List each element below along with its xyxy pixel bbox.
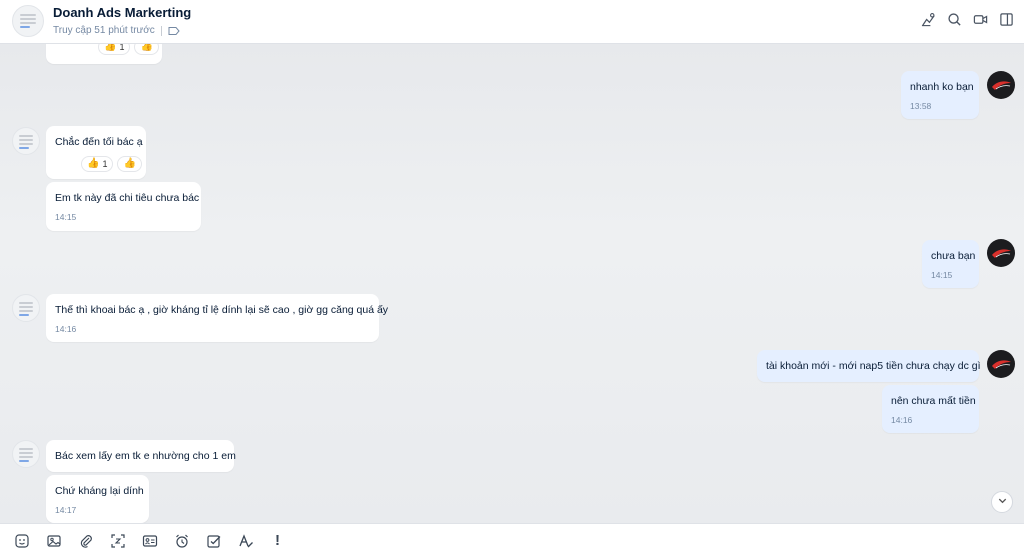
my-avatar[interactable] (987, 239, 1015, 267)
contact-avatar[interactable] (12, 5, 44, 37)
message-text: tài khoản mới - mới nap5 tiền chưa chạy … (766, 360, 981, 372)
my-avatar[interactable] (987, 71, 1015, 99)
thumbs-up-icon: 👍 (104, 44, 117, 52)
add-member-icon[interactable] (920, 11, 936, 27)
message-bubble-theirs[interactable]: Thế thì khoai bác ạ , giờ kháng tỉ lệ dí… (46, 294, 388, 342)
contact-name[interactable]: Doanh Ads Markerting (53, 5, 191, 20)
message-text: Thế thì khoai bác ạ , giờ kháng tỉ lệ dí… (55, 304, 389, 316)
reminder-icon[interactable] (172, 531, 191, 550)
message-bubble-mine[interactable]: nên chưa mất tiền 14:16 (882, 385, 979, 433)
attachment-icon[interactable] (76, 531, 95, 550)
message-bubble-mine[interactable]: chưa bạn 14:15 (922, 240, 979, 288)
chat-header: Doanh Ads Markerting Truy cập 51 phút tr… (0, 0, 1024, 44)
message-text: Em tk này đã chi tiêu chưa bác (55, 192, 200, 204)
message-time: 13:58 (910, 101, 932, 111)
thumbs-up-icon: 👍 (123, 158, 136, 169)
sidebar-toggle-icon[interactable] (998, 11, 1014, 27)
message-bubble-mine[interactable]: tài khoản mới - mới nap5 tiền chưa chạy … (757, 350, 981, 382)
contact-card-icon[interactable] (140, 531, 159, 550)
message-bubble-theirs[interactable]: Em tk này đã chi tiêu chưa bác 14:15 (46, 182, 201, 231)
tag-icon[interactable] (168, 26, 180, 36)
message-text: chưa bạn (931, 250, 976, 262)
message-time: 14:15 (55, 212, 77, 222)
react-button[interactable]: 👍 (134, 44, 159, 55)
sticker-icon[interactable] (12, 531, 31, 550)
screenshot-icon[interactable] (108, 531, 127, 550)
message-text: Bác xem lấy em tk e nhường cho 1 em (55, 450, 236, 462)
message-text: Chắc đến tối bác ạ (55, 136, 143, 148)
chevron-down-icon (997, 495, 1008, 509)
reaction-summary[interactable]: 👍 1 (98, 44, 131, 55)
thumbs-up-icon: 👍 (87, 158, 100, 169)
image-icon[interactable] (44, 531, 63, 550)
contact-status: Truy cập 51 phút trước (53, 25, 180, 36)
thumbs-up-icon: 👍 (140, 44, 153, 52)
message-list[interactable]: 👍 1 👍 nhanh ko bạn 13:58 Chắc đến tối bác… (0, 44, 1024, 523)
message-text: nhanh ko bạn (910, 81, 974, 93)
message-time: 14:16 (891, 415, 913, 425)
message-time: 14:16 (55, 324, 77, 334)
task-icon[interactable] (204, 531, 223, 550)
scroll-to-bottom-button[interactable] (991, 491, 1013, 513)
video-call-icon[interactable] (972, 11, 988, 27)
search-icon[interactable] (946, 11, 962, 27)
last-seen-text: Truy cập 51 phút trước (53, 25, 155, 36)
my-avatar[interactable] (987, 350, 1015, 378)
message-text: Chứ kháng lại dính (55, 485, 144, 497)
urgent-icon[interactable]: ! (268, 531, 287, 550)
react-button[interactable]: 👍 (117, 156, 142, 172)
reaction-summary[interactable]: 👍 1 (81, 156, 114, 172)
message-time: 14:15 (931, 270, 953, 280)
contact-avatar-small[interactable] (12, 127, 40, 155)
text-format-icon[interactable] (236, 531, 255, 550)
message-bubble-theirs[interactable]: Bác xem lấy em tk e nhường cho 1 em (46, 440, 236, 472)
composer-toolbar: ! (0, 523, 1024, 556)
contact-avatar-small[interactable] (12, 294, 40, 322)
contact-avatar-small[interactable] (12, 440, 40, 468)
message-bubble-mine[interactable]: nhanh ko bạn 13:58 (901, 71, 979, 119)
message-time: 14:17 (55, 505, 77, 515)
message-text: nên chưa mất tiền (891, 395, 976, 407)
divider (160, 25, 162, 36)
message-bubble-theirs[interactable]: Chứ kháng lại dính 14:17 (46, 475, 149, 523)
